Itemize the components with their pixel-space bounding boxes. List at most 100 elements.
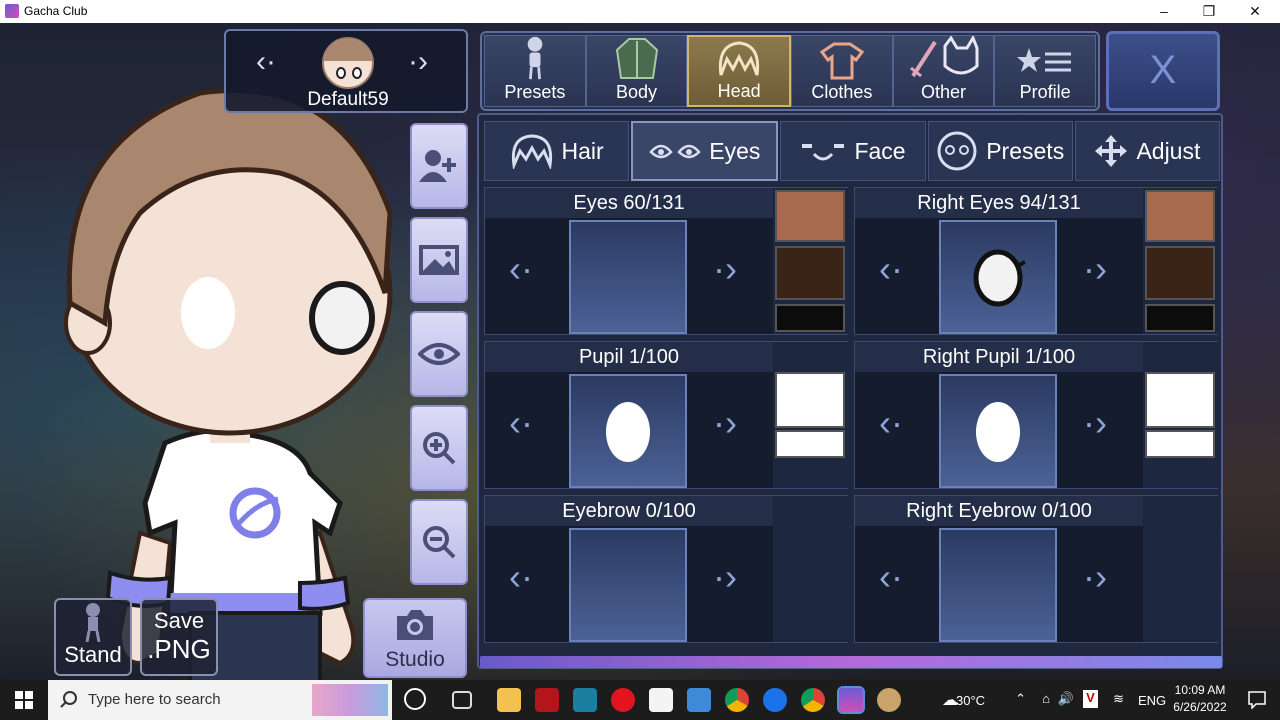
weather-temp[interactable]: 30°C — [956, 693, 996, 708]
tab-head[interactable]: Head — [687, 35, 792, 107]
right-pupil-next-button[interactable]: ·› — [1083, 402, 1107, 444]
subtab-eyes[interactable]: Eyes — [631, 121, 779, 181]
eyebrow-prev-button[interactable]: ‹· — [509, 556, 533, 598]
avatar[interactable] — [322, 37, 374, 89]
subtab-presets[interactable]: Presets — [927, 121, 1073, 181]
eye-color-swatch-2[interactable] — [775, 246, 845, 300]
tab-body[interactable]: Body — [585, 35, 688, 107]
eye-shape-icon — [973, 249, 1026, 307]
notification-icon[interactable] — [1248, 691, 1266, 709]
stand-label: Stand — [64, 642, 122, 667]
right-eyes-next-button[interactable]: ·› — [1083, 248, 1107, 290]
eyebrow-next-button[interactable]: ·› — [713, 556, 737, 598]
customization-panel: Hair Eyes Face Presets Adjust Eyes 60/13… — [477, 113, 1223, 669]
start-button[interactable] — [0, 680, 48, 720]
add-character-button[interactable] — [410, 123, 468, 209]
search-icon — [60, 691, 77, 708]
opera-icon[interactable] — [611, 688, 635, 712]
zalo-icon[interactable] — [763, 688, 787, 712]
close-window-button[interactable]: ✕ — [1232, 0, 1278, 23]
background-button[interactable] — [410, 217, 468, 303]
star-list-icon — [1017, 48, 1072, 72]
right-eye-color-swatch-2[interactable] — [1145, 246, 1215, 300]
gacha-club-taskbar-icon[interactable] — [837, 686, 865, 714]
subtab-hair[interactable]: Hair — [484, 121, 630, 181]
eyebrow-colors — [773, 496, 849, 642]
pupil-prev-button[interactable]: ‹· — [509, 402, 533, 444]
zoom-in-button[interactable] — [410, 405, 468, 491]
document-icon[interactable] — [649, 688, 673, 712]
hair-icon — [719, 41, 760, 76]
app-icon — [5, 4, 19, 18]
mail-icon[interactable] — [687, 688, 711, 712]
subtab-adjust[interactable]: Adjust — [1074, 121, 1221, 181]
app-red-icon[interactable] — [535, 688, 559, 712]
right-eyebrow-preview[interactable] — [939, 528, 1057, 642]
volume-icon[interactable]: 🔊 — [1058, 691, 1074, 707]
next-character-button[interactable]: ·› — [408, 45, 428, 79]
stand-button[interactable]: Stand — [54, 598, 132, 676]
file-explorer-icon[interactable] — [497, 688, 521, 712]
right-eyebrow-next-button[interactable]: ·› — [1083, 556, 1107, 598]
eye-color-swatch-3[interactable] — [775, 304, 845, 332]
pupil-color-swatch-1[interactable] — [775, 372, 845, 428]
subtab-face[interactable]: Face — [780, 121, 926, 181]
close-panel-button[interactable]: X — [1106, 31, 1220, 111]
png-label: .PNG — [147, 634, 211, 664]
chrome-profile-icon[interactable] — [801, 688, 825, 712]
tab-clothes[interactable]: Clothes — [791, 35, 893, 107]
cortana-icon[interactable] — [404, 688, 426, 710]
app-v-icon[interactable]: V — [1083, 690, 1098, 708]
right-eyes-prev-button[interactable]: ‹· — [879, 248, 903, 290]
right-eye-color-swatch-3[interactable] — [1145, 304, 1215, 332]
tray-expand-icon[interactable]: ⌃ — [1015, 691, 1026, 707]
tab-profile[interactable]: Profile — [994, 35, 1097, 107]
tab-presets-label: Presets — [504, 82, 566, 102]
pupil-shape-icon — [606, 402, 650, 462]
task-view-icon[interactable] — [452, 691, 472, 709]
app-blue-icon[interactable] — [573, 688, 597, 712]
right-eyebrow-prev-button[interactable]: ‹· — [879, 556, 903, 598]
right-eyes-title: Right Eyes 94/131 — [855, 188, 1143, 218]
clock-time: 10:09 AM — [1174, 683, 1226, 697]
pupil-next-button[interactable]: ·› — [713, 402, 737, 444]
paint-icon[interactable] — [877, 688, 901, 712]
add-user-icon — [419, 150, 456, 182]
minimize-button[interactable]: – — [1141, 0, 1187, 23]
tab-other-label: Other — [921, 82, 967, 102]
network-icon[interactable]: ⌂ — [1042, 691, 1050, 706]
pupil-color-swatch-2[interactable] — [775, 430, 845, 458]
right-pupil-color-swatch-1[interactable] — [1145, 372, 1215, 428]
character-preview[interactable] — [50, 63, 400, 680]
right-eye-color-swatch-1[interactable] — [1145, 190, 1215, 242]
shirt-icon — [819, 42, 864, 80]
zoom-out-button[interactable] — [410, 499, 468, 585]
taskbar-search[interactable]: Type here to search — [48, 680, 392, 720]
save-label: Save — [153, 608, 205, 633]
eyes-prev-button[interactable]: ‹· — [509, 248, 533, 290]
tab-other[interactable]: Other — [892, 35, 995, 107]
maximize-button[interactable]: ❐ — [1186, 0, 1232, 23]
eye-icon — [418, 343, 460, 365]
eyes-next-button[interactable]: ·› — [713, 248, 737, 290]
clock[interactable]: 10:09 AM 6/26/2022 — [1168, 683, 1232, 714]
wifi-icon[interactable]: ≋ — [1113, 691, 1124, 707]
pupil-preview[interactable] — [569, 374, 687, 488]
language-indicator[interactable]: ENG — [1138, 693, 1168, 708]
eyes-preview[interactable] — [569, 220, 687, 334]
right-pupil-preview[interactable] — [939, 374, 1057, 488]
right-eyes-colors — [1143, 188, 1219, 334]
eyebrow-preview[interactable] — [569, 528, 687, 642]
tab-presets[interactable]: Presets — [484, 35, 586, 107]
save-png-button[interactable]: Save .PNG — [140, 598, 218, 676]
studio-button[interactable]: Studio — [363, 598, 467, 678]
right-pupil-selector: Right Pupil 1/100 ‹· ·› — [854, 341, 1219, 489]
eye-color-swatch-1[interactable] — [775, 190, 845, 242]
right-pupil-color-swatch-2[interactable] — [1145, 430, 1215, 458]
right-eyes-preview[interactable] — [939, 220, 1057, 334]
chrome-icon[interactable] — [725, 688, 749, 712]
right-eyebrow-title: Right Eyebrow 0/100 — [855, 496, 1143, 526]
prev-character-button[interactable]: ‹· — [256, 45, 276, 79]
right-pupil-prev-button[interactable]: ‹· — [879, 402, 903, 444]
toggle-view-button[interactable] — [410, 311, 468, 397]
